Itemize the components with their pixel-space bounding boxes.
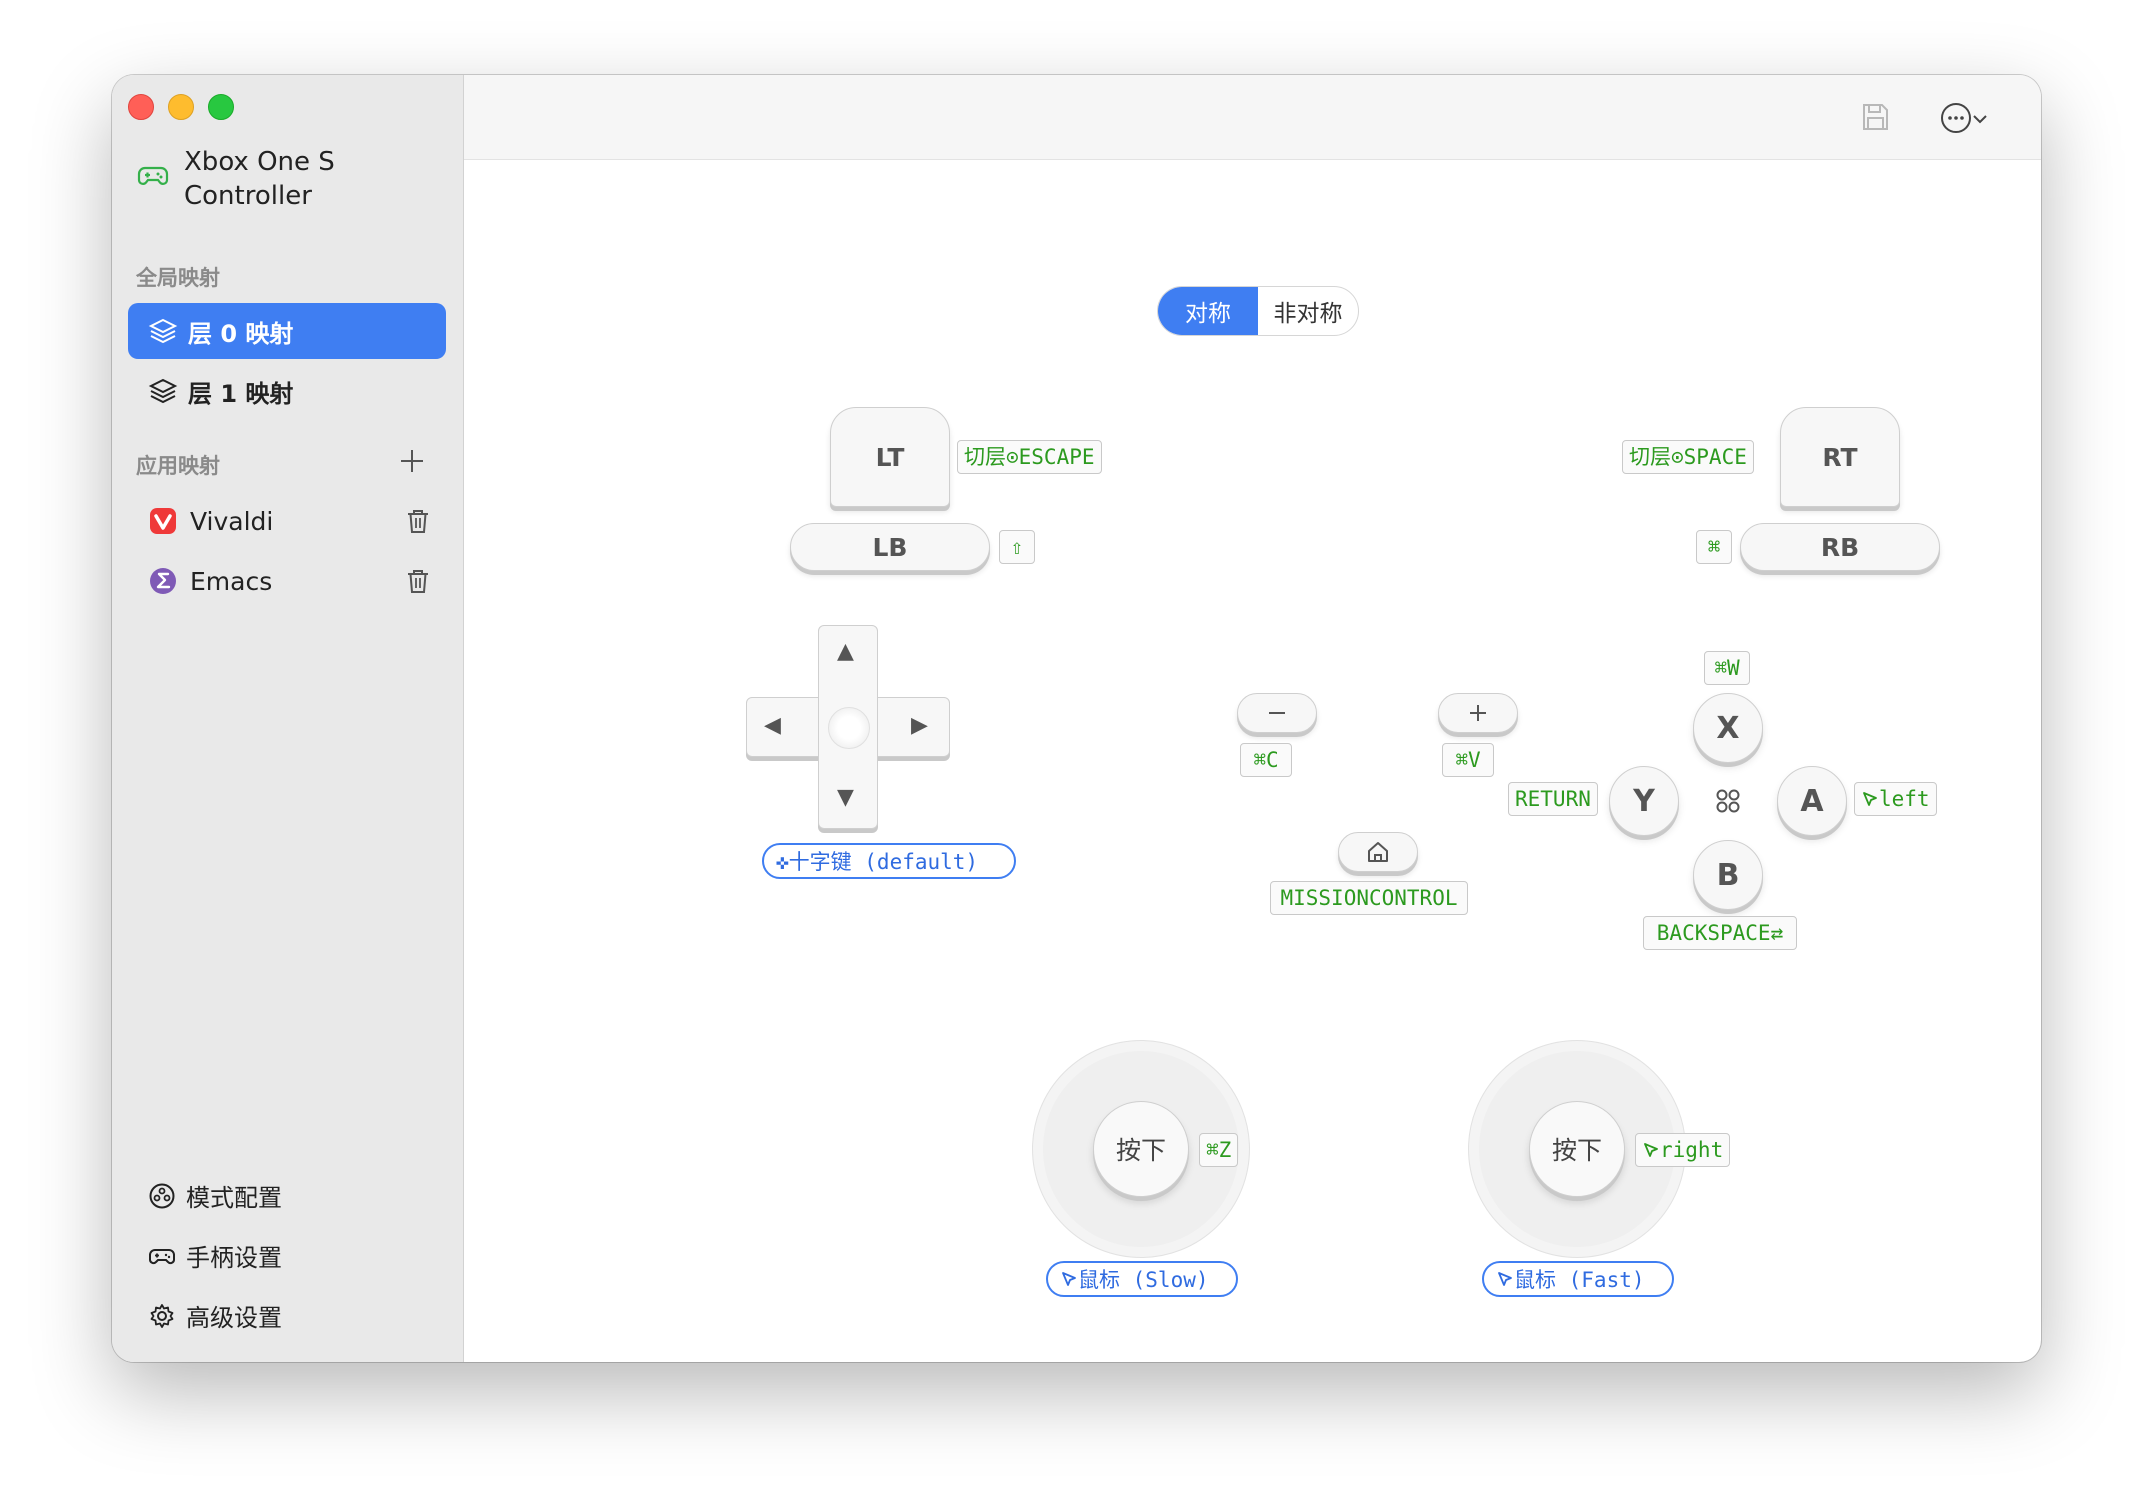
lb-label: LB xyxy=(872,532,908,562)
rb-button[interactable]: RB xyxy=(1740,523,1940,571)
sidebar-item-layer-1[interactable]: 层 1 映射 xyxy=(128,363,446,419)
right-stick-press-mapping-tag[interactable]: right xyxy=(1635,1133,1731,1167)
sidebar-item-layer-0[interactable]: 层 0 映射 xyxy=(128,303,446,359)
dpad-up-arrow-icon[interactable]: ▲ xyxy=(837,641,854,663)
toolbar xyxy=(464,75,2041,160)
gear-icon xyxy=(150,1303,174,1328)
y-button[interactable]: Y xyxy=(1609,766,1679,836)
a-mapping-text: left xyxy=(1879,787,1930,811)
home-button[interactable] xyxy=(1338,832,1418,872)
minus-icon xyxy=(1269,712,1285,714)
left-stick-press-label: 按下 xyxy=(1115,1136,1166,1165)
a-mapping-tag[interactable]: left xyxy=(1854,782,1937,816)
sidebar-item-label: 层 0 映射 xyxy=(188,319,294,348)
gamepad-icon xyxy=(137,166,169,185)
minimize-window-button[interactable] xyxy=(168,94,194,120)
sidebar-item-label: Vivaldi xyxy=(190,506,274,536)
b-mapping-tag[interactable]: BACKSPACE⇄ xyxy=(1643,916,1797,950)
emacs-logo-icon xyxy=(150,568,176,594)
global-mapping-section-title: 全局映射 xyxy=(136,266,220,290)
b-button[interactable]: B xyxy=(1693,840,1763,910)
sidebar-item-label: 手柄设置 xyxy=(186,1244,282,1272)
cursor-icon xyxy=(1644,1143,1658,1157)
sidebar: Xbox One S Controller 全局映射 层 0 映射 层 1 映射… xyxy=(112,75,464,1362)
x-mapping-tag[interactable]: ⌘W xyxy=(1704,651,1750,685)
minus-button[interactable] xyxy=(1237,693,1317,733)
zoom-window-button[interactable] xyxy=(208,94,234,120)
sidebar-item-label: 模式配置 xyxy=(186,1184,282,1212)
layers-icon xyxy=(148,378,178,404)
rt-mapping-tag[interactable]: 切层⊙SPACE xyxy=(1622,440,1754,474)
sidebar-item-label: 层 1 映射 xyxy=(188,379,294,408)
close-window-button[interactable] xyxy=(128,94,154,120)
lb-button[interactable]: LB xyxy=(790,523,990,571)
left-stick-press-button[interactable]: 按下 xyxy=(1093,1101,1189,1197)
right-stick-mode-tag[interactable]: 鼠标 (Fast) xyxy=(1482,1261,1674,1297)
add-app-mapping-button[interactable] xyxy=(398,447,426,475)
rt-label: RT xyxy=(1822,442,1858,472)
b-label: B xyxy=(1716,857,1740,893)
dpad-down-arrow-icon[interactable]: ▼ xyxy=(837,787,854,809)
right-stick-press-button[interactable]: 按下 xyxy=(1529,1101,1625,1197)
layers-icon xyxy=(148,318,178,344)
segment-asymmetric[interactable]: 非对称 xyxy=(1258,287,1358,335)
plus-button[interactable] xyxy=(1438,693,1518,733)
cursor-icon xyxy=(1062,1272,1076,1286)
sidebar-item-vivaldi[interactable]: Vivaldi xyxy=(128,493,446,549)
x-button[interactable]: X xyxy=(1693,693,1763,763)
x-label: X xyxy=(1716,710,1740,746)
segment-symmetric[interactable]: 对称 xyxy=(1158,287,1258,335)
minus-mapping-tag[interactable]: ⌘C xyxy=(1240,743,1292,777)
ellipsis-icon[interactable] xyxy=(1939,101,1973,135)
lt-label: LT xyxy=(875,442,905,472)
a-label: A xyxy=(1800,783,1824,819)
device-header: Xbox One S Controller xyxy=(136,145,364,213)
symmetry-segmented-control: 对称 非对称 xyxy=(1157,286,1359,336)
lt-mapping-tag[interactable]: 切层⊙ESCAPE xyxy=(957,440,1102,474)
plus-icon xyxy=(1470,705,1486,721)
a-button[interactable]: A xyxy=(1777,766,1847,836)
sidebar-item-emacs[interactable]: Emacs xyxy=(128,553,446,609)
dpad-mode-tag[interactable]: ✜十字键 (default) xyxy=(762,843,1016,879)
right-stick-press-label: 按下 xyxy=(1551,1136,1602,1165)
mode-icon xyxy=(149,1183,175,1208)
vivaldi-logo-icon xyxy=(150,508,176,534)
home-mapping-tag[interactable]: MISSIONCONTROL xyxy=(1270,881,1468,915)
trash-icon[interactable] xyxy=(404,507,432,535)
home-icon xyxy=(1368,842,1388,862)
y-mapping-tag[interactable]: RETURN xyxy=(1508,782,1598,816)
rt-button[interactable]: RT xyxy=(1780,407,1900,507)
rb-mapping-tag[interactable]: ⌘ xyxy=(1696,530,1732,564)
right-stick-mode-text: 鼠标 (Fast) xyxy=(1514,1268,1645,1292)
chevron-down-icon[interactable] xyxy=(1971,112,1989,126)
sidebar-item-label: 高级设置 xyxy=(186,1304,282,1332)
app-mapping-section-title: 应用映射 xyxy=(136,454,220,478)
lt-button[interactable]: LT xyxy=(830,407,950,507)
cursor-icon xyxy=(1498,1272,1512,1286)
left-stick-mode-text: 鼠标 (Slow) xyxy=(1078,1268,1209,1292)
sidebar-item-mode-config[interactable]: 模式配置 xyxy=(148,1178,282,1213)
dpad-right-arrow-icon[interactable]: ▶ xyxy=(911,715,928,737)
plus-mapping-tag[interactable]: ⌘V xyxy=(1442,743,1494,777)
sidebar-item-advanced-settings[interactable]: 高级设置 xyxy=(148,1298,282,1333)
sidebar-item-label: Emacs xyxy=(190,566,273,596)
y-label: Y xyxy=(1633,783,1655,819)
save-icon[interactable] xyxy=(1859,101,1891,133)
dpad-left-arrow-icon[interactable]: ◀ xyxy=(764,715,781,737)
rb-label: RB xyxy=(1820,532,1860,562)
left-stick-mode-tag[interactable]: 鼠标 (Slow) xyxy=(1046,1261,1238,1297)
lb-mapping-tag[interactable]: ⇧ xyxy=(999,530,1035,564)
controller-map-area: 对称 非对称 LT 切层⊙ESCAPE LB ⇧ RT 切层⊙SPACE RB … xyxy=(464,160,2041,1362)
link-icon xyxy=(1716,789,1740,813)
left-stick-press-mapping-tag[interactable]: ⌘Z xyxy=(1199,1133,1239,1167)
sidebar-item-controller-settings[interactable]: 手柄设置 xyxy=(148,1238,282,1273)
gamepad-icon xyxy=(149,1248,175,1264)
cursor-icon xyxy=(1863,792,1877,806)
right-stick-press-mapping-text: right xyxy=(1660,1138,1724,1162)
trash-icon[interactable] xyxy=(404,567,432,595)
dpad-center xyxy=(828,707,870,749)
device-name: Xbox One S Controller xyxy=(184,147,335,211)
app-window: Xbox One S Controller 全局映射 层 0 映射 层 1 映射… xyxy=(112,75,2041,1362)
